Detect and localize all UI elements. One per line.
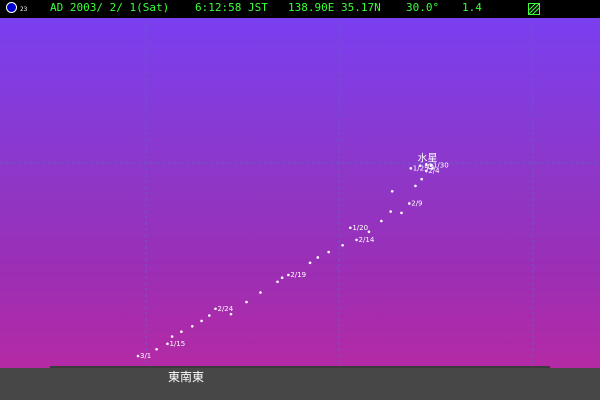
planet-position-point xyxy=(276,280,279,284)
planet-position-point xyxy=(166,342,169,346)
location-readout[interactable]: 138.90E 35.17N xyxy=(288,1,381,15)
planet-position-point xyxy=(409,167,413,170)
planet-position-point xyxy=(208,314,211,317)
planet-position-point xyxy=(327,250,330,254)
planet-position-point xyxy=(355,238,358,242)
ground xyxy=(0,368,600,400)
planet-position-point xyxy=(245,300,248,304)
planet-position-point xyxy=(407,202,411,205)
planet-position-point xyxy=(259,291,262,294)
direction-label: 東南東 xyxy=(168,370,205,384)
date-label: 2/9 xyxy=(411,199,422,207)
date-label: 2/24 xyxy=(218,305,234,313)
planet-position-point xyxy=(180,330,183,334)
planet-position-point xyxy=(287,273,290,277)
date-label: 2/14 xyxy=(359,236,375,244)
date-label: 1/15 xyxy=(169,340,185,348)
status-bar: 23 AD 2003/ 2/ 1(Sat) 6:12:58 JST 138.90… xyxy=(0,0,600,18)
planet-position-point xyxy=(418,164,422,167)
planet-position-point xyxy=(155,347,158,351)
planet-position-point xyxy=(349,226,352,230)
field-of-view-readout[interactable]: 30.0° xyxy=(406,1,439,15)
planet-position-point xyxy=(170,335,174,338)
planet-position-point xyxy=(420,177,423,181)
magnitude-readout[interactable]: 1.4 xyxy=(462,1,482,15)
time-readout[interactable]: 6:12:58 JST xyxy=(195,1,268,15)
planet-position-point xyxy=(400,211,403,215)
date-label: 3/1 xyxy=(140,352,151,360)
planet-position-point xyxy=(280,276,284,280)
planet-position-point xyxy=(341,244,344,247)
moon-age: 23 xyxy=(20,6,28,13)
hatched-box-icon[interactable] xyxy=(528,3,540,15)
planet-position-point xyxy=(389,210,392,213)
date-readout[interactable]: AD 2003/ 2/ 1(Sat) xyxy=(50,1,169,15)
planet-position-point xyxy=(136,354,140,358)
planet-position-point xyxy=(190,325,194,328)
sky-chart: 3/11/152/242/192/141/202/92/41/25 1/30水星 xyxy=(0,18,600,366)
planet-position-point xyxy=(316,256,320,259)
planet-position-point xyxy=(414,184,417,188)
planet-position-point xyxy=(229,312,233,316)
planet-position-point xyxy=(308,261,312,265)
sky-grid xyxy=(0,18,600,366)
planet-position-point xyxy=(367,230,371,234)
date-label: 2/19 xyxy=(290,271,306,279)
date-label: 1/20 xyxy=(352,224,368,232)
planet-position-point xyxy=(390,190,394,193)
planet-position-point xyxy=(380,219,383,223)
planet-position-point xyxy=(200,319,203,323)
planet-label: 水星 xyxy=(418,152,438,164)
planet-position-point xyxy=(214,307,217,311)
moon-phase-icon[interactable] xyxy=(6,2,17,13)
